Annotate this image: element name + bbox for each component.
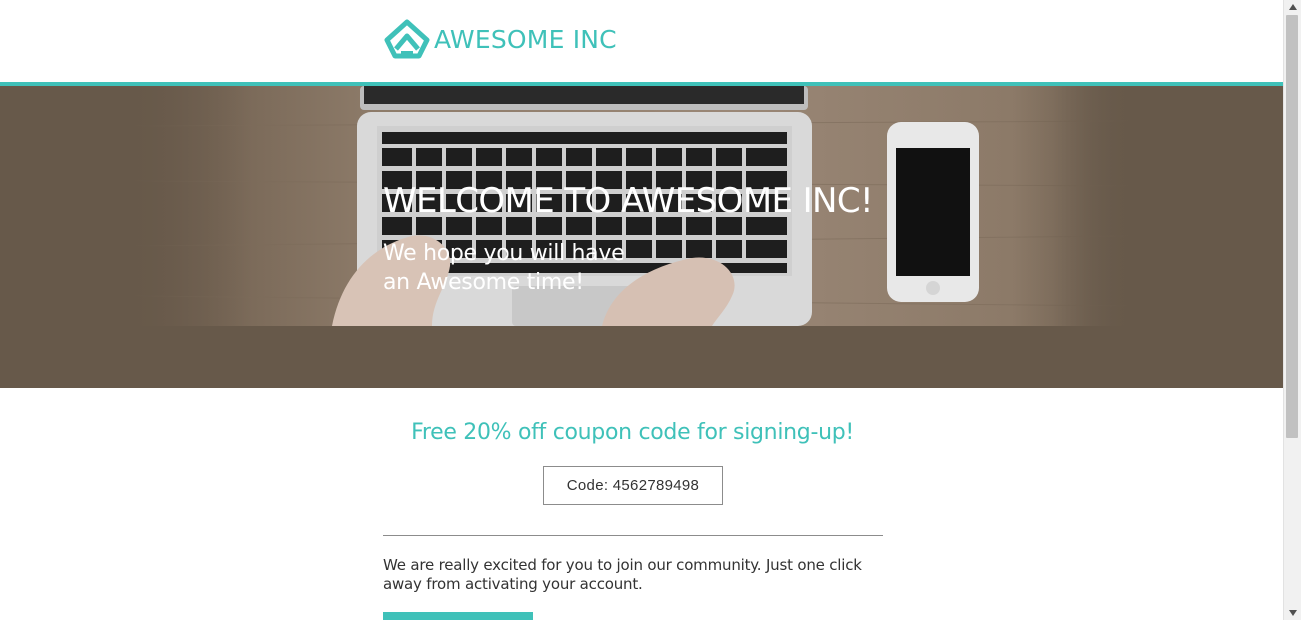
awesome-inc-logo-icon <box>384 19 430 59</box>
vertical-scrollbar[interactable] <box>1283 0 1301 620</box>
coupon-heading: Free 20% off coupon code for signing-up! <box>411 420 854 445</box>
welcome-message: We are really excited for you to join ou… <box>383 556 862 593</box>
scrollbar-thumb[interactable] <box>1286 15 1298 438</box>
hero-subtitle: We hope you will have an Awesome time! <box>383 241 625 295</box>
brand-logo[interactable]: AWESOME INC <box>382 19 617 59</box>
header: AWESOME INC <box>0 0 1283 82</box>
triangle-down-icon[interactable] <box>1284 606 1301 620</box>
coupon-code-box: Code: 4562789498 <box>543 466 723 505</box>
hero-title: WELCOME TO AWESOME INC! <box>383 181 874 221</box>
content-divider <box>383 535 883 536</box>
hero-banner: WELCOME TO AWESOME INC! We hope you will… <box>0 86 1283 388</box>
activate-account-button[interactable] <box>383 612 533 620</box>
brand-name: AWESOME INC <box>434 24 617 54</box>
triangle-up-icon[interactable] <box>1284 0 1301 14</box>
email-page: AWESOME INC WELCOME TO AWESOME INC! We h… <box>0 0 1283 620</box>
